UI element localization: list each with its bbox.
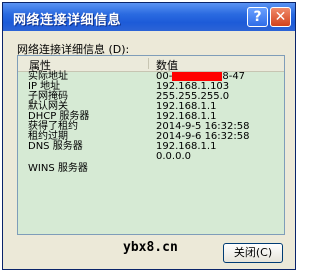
row-value: 0.0.0.0: [156, 151, 191, 162]
title-close-button[interactable]: ✕: [270, 7, 291, 27]
row-property: WINS 服务器: [28, 163, 88, 174]
details-listview[interactable]: 属性 数值 实际地址 00- 8-47 IP 地址 192.168.1.103 子…: [17, 55, 285, 235]
help-button[interactable]: ?: [247, 7, 268, 27]
window-title: 网络连接详细信息: [13, 13, 122, 28]
close-button[interactable]: 关闭(C): [223, 243, 283, 263]
dialog-window: 网络连接详细信息 ? ✕ 网络连接详细信息 (D): 属性 数值 实际地址 00…: [2, 2, 296, 270]
list-header: 属性 数值: [18, 56, 284, 72]
title-bar[interactable]: 网络连接详细信息 ? ✕: [3, 3, 295, 31]
list-row[interactable]: DNS 服务器 192.168.1.1: [18, 142, 284, 152]
site-watermark: ybx8.cn: [123, 240, 178, 255]
header-divider[interactable]: [148, 58, 149, 69]
list-row[interactable]: WINS 服务器: [18, 164, 284, 174]
list-body: 实际地址 00- 8-47 IP 地址 192.168.1.103 子网掩码 25…: [18, 72, 284, 174]
list-row[interactable]: 0.0.0.0: [18, 152, 284, 162]
redaction-block: [172, 72, 223, 81]
row-property: DNS 服务器: [28, 141, 83, 152]
